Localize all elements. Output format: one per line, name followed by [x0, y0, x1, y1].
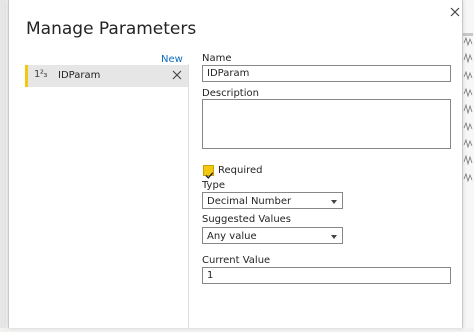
parameter-list: 1²₃ IDParam — [25, 64, 189, 328]
name-input[interactable]: IDParam — [202, 65, 451, 82]
delete-parameter-icon[interactable] — [171, 69, 183, 81]
current-value-label: Current Value — [202, 255, 271, 266]
parameter-list-item[interactable]: 1²₃ IDParam — [25, 65, 188, 87]
description-textarea[interactable] — [202, 99, 451, 149]
description-label: Description — [202, 88, 259, 99]
name-label: Name — [202, 53, 232, 64]
close-icon[interactable] — [448, 5, 462, 19]
suggested-values-select-value: Any value — [207, 231, 257, 242]
required-label: Required — [218, 165, 263, 176]
background-app-left — [0, 0, 6, 328]
decimal-number-type-icon: 1²₃ — [34, 69, 47, 80]
chevron-down-icon — [331, 235, 337, 239]
type-label: Type — [202, 180, 225, 191]
type-select-value: Decimal Number — [207, 196, 292, 207]
chevron-down-icon — [331, 200, 337, 204]
suggested-values-label: Suggested Values — [202, 214, 292, 225]
parameter-item-label: IDParam — [58, 70, 101, 81]
dialog-title: Manage Parameters — [26, 19, 197, 39]
manage-parameters-dialog: Manage Parameters New 1²₃ IDParam Name I… — [8, 0, 463, 328]
required-checkbox[interactable] — [203, 165, 214, 179]
suggested-values-select[interactable]: Any value — [202, 227, 343, 244]
current-value-input[interactable]: 1 — [202, 267, 451, 284]
type-select[interactable]: Decimal Number — [202, 192, 343, 209]
